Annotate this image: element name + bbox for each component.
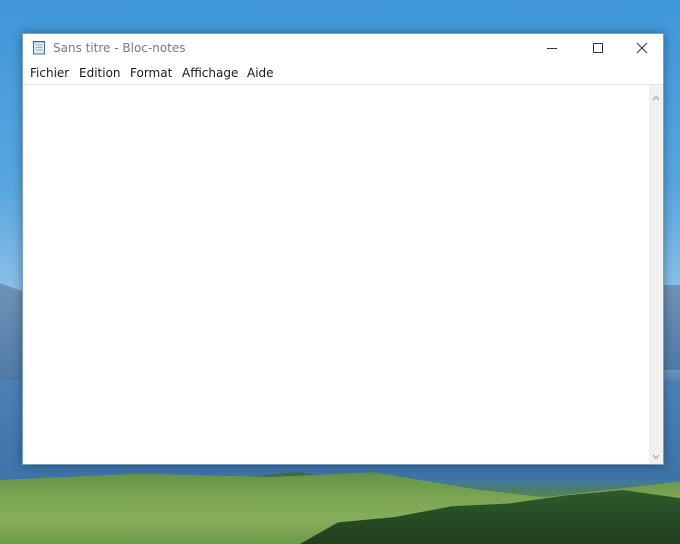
notepad-icon[interactable] xyxy=(32,40,46,55)
menu-bar: Fichier Edition Format Affichage Aide xyxy=(23,62,663,84)
notepad-window: Sans titre - Bloc-notes Fichier Edition … xyxy=(22,33,664,465)
scroll-down-button[interactable] xyxy=(649,446,663,462)
maximize-button[interactable] xyxy=(575,34,621,62)
menu-edition[interactable]: Edition xyxy=(79,66,121,80)
close-icon xyxy=(636,39,648,58)
title-bar[interactable]: Sans titre - Bloc-notes xyxy=(23,34,663,62)
text-editor-area[interactable] xyxy=(23,84,649,464)
desktop-wallpaper: Sans titre - Bloc-notes Fichier Edition … xyxy=(0,0,680,544)
menu-format[interactable]: Format xyxy=(130,66,172,80)
minimize-icon xyxy=(546,39,558,58)
minimize-button[interactable] xyxy=(529,34,575,62)
close-button[interactable] xyxy=(619,34,665,62)
maximize-icon xyxy=(592,39,604,58)
window-title: Sans titre - Bloc-notes xyxy=(53,41,186,55)
chevron-up-icon xyxy=(652,86,660,105)
chevron-down-icon xyxy=(652,445,660,464)
menu-affichage[interactable]: Affichage xyxy=(182,66,238,80)
scroll-up-button[interactable] xyxy=(649,87,663,103)
menu-aide[interactable]: Aide xyxy=(247,66,274,80)
menu-fichier[interactable]: Fichier xyxy=(30,66,69,80)
vertical-scrollbar[interactable] xyxy=(649,84,663,464)
